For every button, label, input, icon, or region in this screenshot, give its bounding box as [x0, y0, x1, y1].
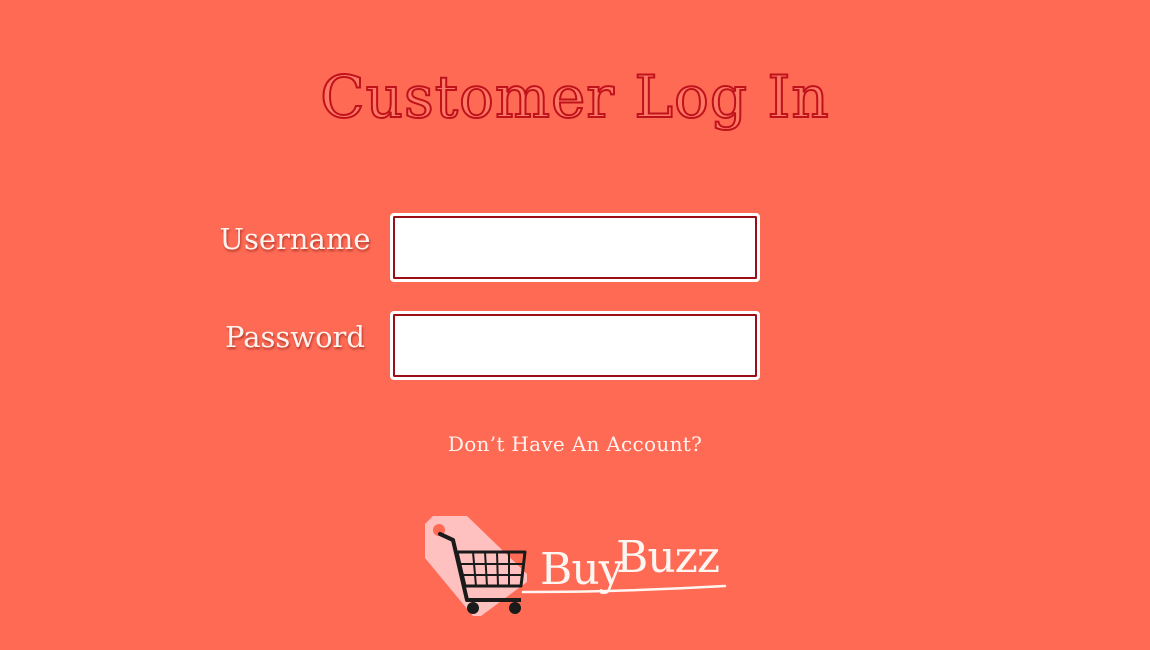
password-label: Password [225, 320, 365, 354]
brand-underline [521, 584, 727, 594]
page-title: Customer Log In [319, 62, 830, 132]
brand-name-buzz: Buzz [616, 532, 720, 583]
shopping-cart-tag-icon [425, 516, 527, 616]
brand-logo: Buy Buzz [423, 512, 728, 620]
signup-link[interactable]: Don’t Have An Account? [0, 432, 1150, 456]
password-input[interactable] [390, 311, 760, 380]
username-input[interactable] [390, 213, 760, 282]
username-label: Username [219, 222, 371, 256]
